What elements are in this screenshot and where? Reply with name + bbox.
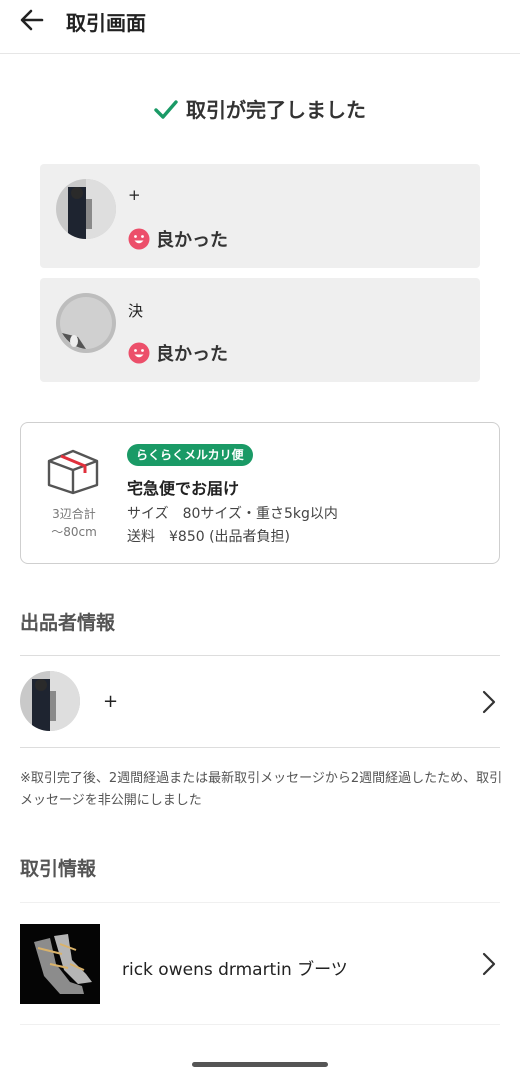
divider (20, 747, 500, 748)
item-thumbnail (20, 924, 100, 1004)
reviewer-name: 決 (128, 302, 144, 320)
review-card: + 良かった (40, 164, 480, 268)
shipping-card: 3辺合計 〜80cm らくらくメルカリ便 宅急便でお届け サイズ 80サイズ・重… (20, 422, 500, 564)
package-box-icon (45, 445, 101, 499)
back-arrow-icon[interactable] (18, 6, 46, 34)
chevron-right-icon (482, 952, 496, 980)
smile-face-icon (128, 228, 150, 255)
shipping-method: 宅急便でお届け (127, 479, 240, 498)
reviewer-name: + (128, 186, 141, 204)
transaction-complete-message: 取引が完了しました (0, 94, 520, 126)
size-note: 3辺合計 〜80cm (51, 507, 97, 539)
shipping-size: サイズ 80サイズ・重さ5kg以内 (127, 506, 338, 522)
message-privacy-notice: ※取引完了後、2週間経過または最新取引メッセージから2週間経過したため、取引メッ… (20, 771, 503, 808)
review-rating-label: 良かった (156, 344, 228, 365)
item-name: rick owens drmartin ブーツ (122, 960, 348, 980)
review-rating-label: 良かった (156, 230, 228, 251)
avatar (20, 671, 80, 731)
seller-section-title: 出品者情報 (20, 612, 116, 634)
seller-row[interactable]: + (0, 656, 520, 748)
complete-label: 取引が完了しました (186, 98, 366, 122)
seller-name: + (103, 691, 119, 712)
shipping-fee: 送料 ¥850 (出品者負担) (127, 529, 291, 545)
divider (20, 1024, 500, 1025)
avatar (56, 293, 116, 353)
trade-section-title: 取引情報 (20, 858, 97, 880)
app-header: 取引画面 (0, 0, 520, 54)
avatar (56, 179, 116, 239)
review-rating: 良かった (128, 226, 228, 255)
shipping-service-badge: らくらくメルカリ便 (127, 444, 253, 466)
item-row[interactable]: rick owens drmartin ブーツ (0, 902, 520, 1024)
review-rating: 良かった (128, 340, 228, 369)
smile-face-icon (128, 342, 150, 369)
chevron-right-icon (482, 690, 496, 718)
page-title: 取引画面 (66, 11, 146, 35)
review-card: 決 良かった (40, 278, 480, 382)
home-indicator[interactable] (192, 1062, 328, 1067)
check-icon (154, 99, 178, 126)
